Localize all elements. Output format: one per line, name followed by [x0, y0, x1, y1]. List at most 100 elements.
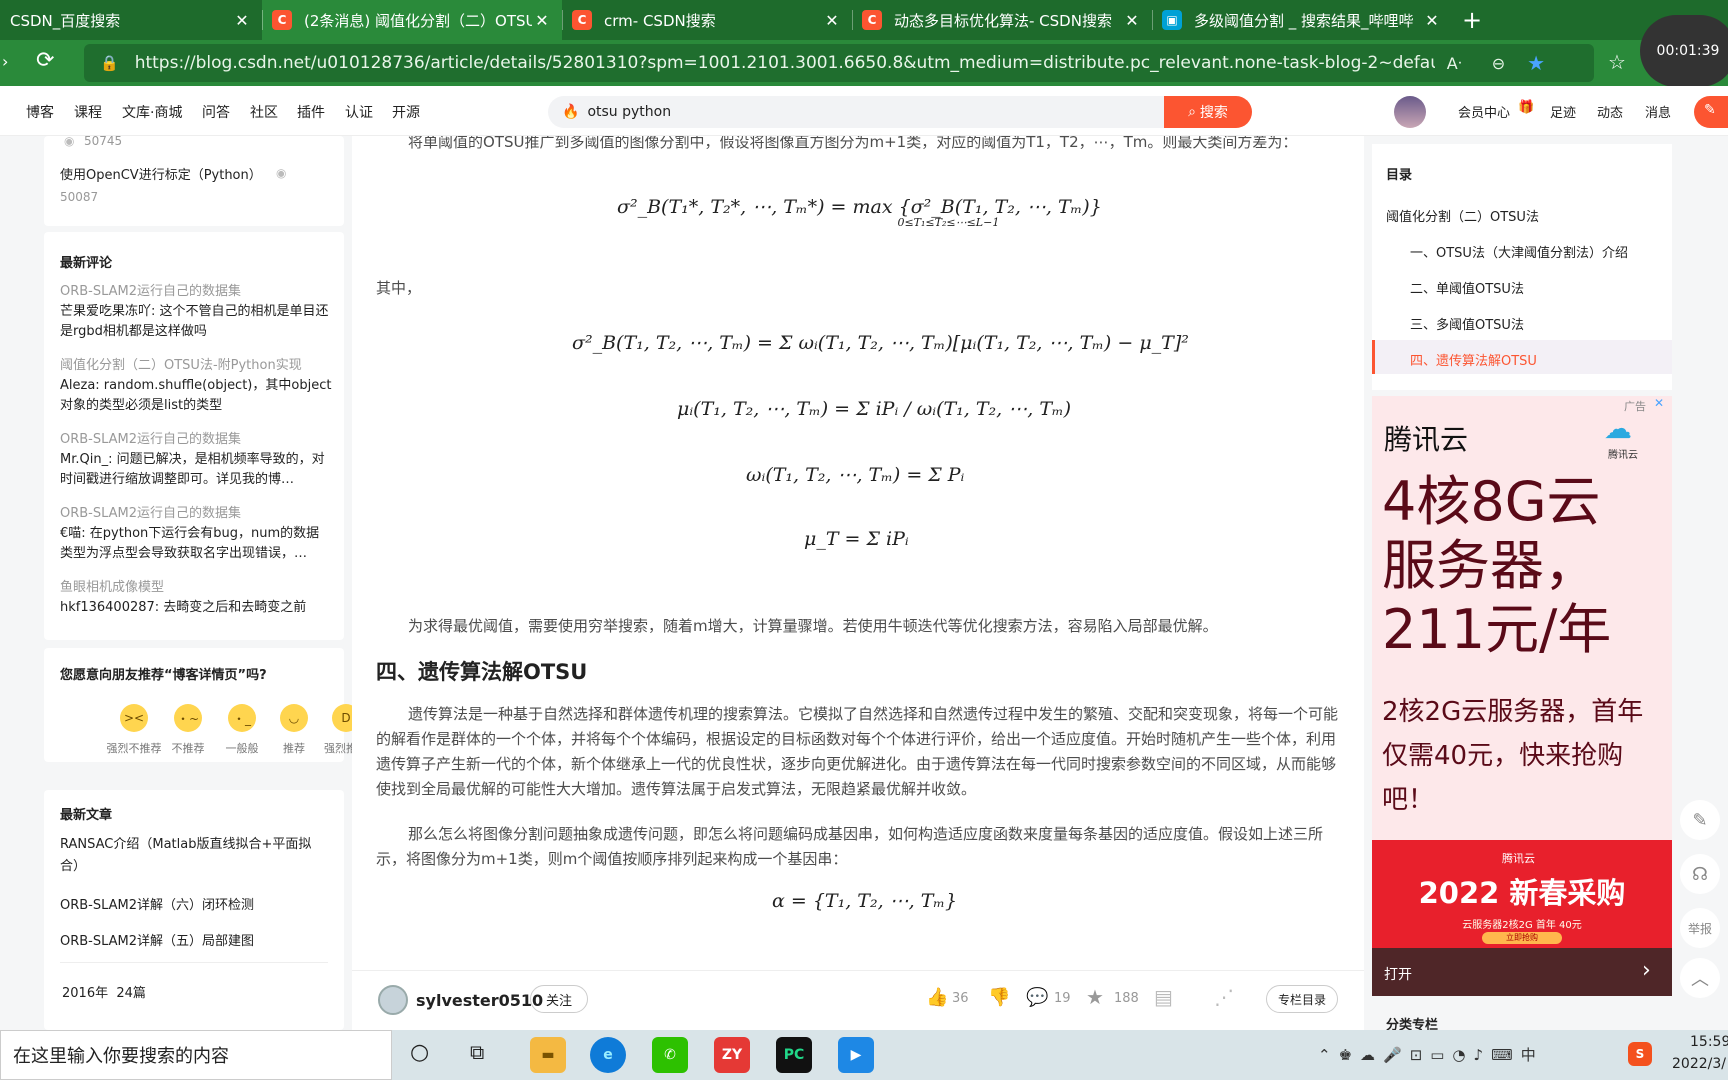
close-ad-icon[interactable]: ✕ — [1654, 396, 1664, 410]
support-float-button[interactable]: ☊ — [1680, 854, 1720, 894]
tab-title: CSDN_百度搜索 — [10, 11, 121, 30]
system-tray-icons[interactable]: ⌃♚☁🎤⊡▭◔♪⌨中 — [1318, 1044, 1544, 1065]
close-tab-icon[interactable]: ✕ — [1422, 11, 1442, 30]
nav-cert[interactable]: 认证 — [345, 102, 373, 122]
comment-item[interactable]: ORB-SLAM2运行自己的数据集 Mr.Qin_: 问题已解决，是相机频率导致… — [60, 430, 332, 490]
comment-item[interactable]: ORB-SLAM2运行自己的数据集 芒果爱吃果冻吖: 这个不管自己的相机是单目还… — [60, 282, 332, 342]
tencent-cloud-ad[interactable]: 广告 ✕ 腾讯云 ☁ 腾讯云 4核8G云服务器，211元/年 2核2G云服务器，… — [1372, 396, 1672, 996]
edge-icon[interactable]: e — [590, 1037, 626, 1073]
comment-item[interactable]: 鱼眼相机成像模型 hkf136400287: 去畸变之后和去畸变之前 — [60, 578, 332, 618]
equation-max-body: σ²_B(T₁*, T₂*, ⋯, Tₘ*) = max {σ²_B(T₁, T… — [617, 196, 1102, 218]
url-field[interactable]: 🔒 https://blog.csdn.net/u010128736/artic… — [84, 44, 1594, 82]
report-float-button[interactable]: 举报 — [1680, 908, 1720, 948]
follow-button[interactable]: 关注 — [530, 985, 588, 1013]
comment-icon[interactable]: 💬 — [1026, 987, 1048, 1008]
task-view-icon[interactable]: ⧉ — [470, 1040, 484, 1064]
rating-not[interactable]: ・~ 不推荐 — [160, 704, 216, 756]
back-to-top-button[interactable]: ︿ — [1680, 958, 1720, 998]
survey-question: 您愿意向朋友推荐“博客详情页”吗? — [60, 668, 267, 683]
pen-icon: ✎ — [1704, 102, 1716, 118]
nav-opensource[interactable]: 开源 — [392, 102, 420, 122]
author-avatar[interactable] — [378, 985, 408, 1015]
read-aloud-icon[interactable]: Aᐧ — [1447, 54, 1462, 73]
star-count: 188 — [1114, 991, 1139, 1006]
banner-buy-button[interactable]: 立即抢购 — [1482, 932, 1562, 944]
pycharm-icon[interactable]: PC — [776, 1037, 812, 1073]
rating-strongly-not[interactable]: >< 强烈不推荐 — [106, 704, 162, 756]
dislike-icon[interactable]: 👎 — [988, 987, 1010, 1008]
toc-item[interactable]: 二、单阈值OTSU法 — [1410, 278, 1524, 297]
edit-float-button[interactable]: ✎ — [1680, 800, 1720, 840]
zoom-icon[interactable]: ⊖ — [1492, 54, 1505, 73]
ad-open-bar[interactable]: 打开 › — [1372, 948, 1672, 996]
nav-community[interactable]: 社区 — [250, 102, 278, 122]
file-explorer-icon[interactable]: ▬ — [530, 1037, 566, 1073]
close-tab-icon[interactable]: ✕ — [532, 11, 552, 30]
rating-label: 强烈不推荐 — [106, 742, 162, 755]
rating-yes[interactable]: ◡ 推荐 — [266, 704, 322, 756]
where-label: 其中， — [376, 279, 422, 297]
archive-link[interactable]: 2016年 24篇 — [62, 982, 146, 1001]
comment-article[interactable]: 阈值化分割（二）OTSU法-附Python实现 — [60, 356, 332, 376]
ad-subtext: 2核2G云服务器，首年仅需40元，快来抢购吧！ — [1382, 697, 1644, 815]
tab-otsu-article[interactable]: C (2条消息) 阈值化分割（二）OTSU ✕ — [262, 0, 562, 40]
tab-dmo-search[interactable]: C 动态多目标优化算法- CSDN搜索 ✕ — [852, 0, 1152, 40]
close-tab-icon[interactable]: ✕ — [822, 11, 842, 30]
new-tab-button[interactable]: + — [1452, 0, 1492, 40]
recent-article-link[interactable]: ORB-SLAM2详解（六）闭环检测 — [60, 894, 254, 913]
nav-plugin[interactable]: 插件 — [297, 102, 325, 122]
refresh-icon[interactable]: ⟳ — [36, 48, 54, 73]
comment-article[interactable]: 鱼眼相机成像模型 — [60, 578, 332, 598]
favorite-star-icon[interactable]: ★ — [1527, 51, 1545, 75]
write-button[interactable]: ✎ — [1694, 96, 1728, 128]
nav-course[interactable]: 课程 — [74, 102, 102, 122]
column-toc-button[interactable]: 专栏目录 — [1266, 985, 1338, 1013]
nav-message[interactable]: 消息 — [1645, 102, 1671, 121]
article-paragraph: 那么怎么将图像分割问题抽象成遗传问题，即怎么将问题编码成基因串，如何构造适应度函… — [376, 825, 1324, 868]
tab-baidu[interactable]: CSDN_百度搜索 ✕ — [0, 0, 262, 40]
wps-tray-icon[interactable]: S — [1628, 1042, 1652, 1066]
like-icon[interactable]: 👍 — [926, 987, 948, 1008]
recent-article-link[interactable]: RANSAC介绍（Matlab版直线拟合+平面拟合） — [60, 834, 320, 878]
taskbar-search-input[interactable]: 在这里输入你要搜索的内容 — [0, 1030, 392, 1080]
favorites-icon[interactable]: ☆ — [1608, 50, 1626, 74]
tab-crm-search[interactable]: C crm- CSDN搜索 ✕ — [562, 0, 852, 40]
comment-article[interactable]: ORB-SLAM2运行自己的数据集 — [60, 430, 332, 450]
spring-sale-banner[interactable]: 腾讯云 2022 新春采购 云服务器2核2G 首年 40元 立即抢购 打开 › — [1372, 840, 1672, 996]
back-icon[interactable]: › — [2, 52, 8, 71]
nav-blog[interactable]: 博客 — [26, 102, 54, 122]
popular-article-link[interactable]: 使用OpenCV进行标定（Python） — [60, 164, 262, 183]
nav-dynamic[interactable]: 动态 — [1597, 102, 1623, 121]
nav-library[interactable]: 文库·商城 — [122, 102, 182, 122]
banner-subtitle: 云服务器2核2G 首年 40元 — [1462, 920, 1582, 931]
nav-vip[interactable]: 会员中心 — [1458, 102, 1510, 121]
csdn-icon: C — [572, 10, 592, 30]
close-tab-icon[interactable]: ✕ — [1122, 11, 1142, 30]
avatar[interactable] — [1394, 96, 1426, 128]
nav-footprint[interactable]: 足迹 — [1550, 102, 1576, 121]
star-icon[interactable]: ★ — [1086, 985, 1104, 1009]
toc-item-active[interactable]: 四、遗传算法解OTSU — [1372, 340, 1672, 374]
toc-item-label: 四、遗传算法解OTSU — [1410, 354, 1537, 369]
toc-item[interactable]: 阈值化分割（二）OTSU法 — [1386, 206, 1539, 225]
close-tab-icon[interactable]: ✕ — [232, 11, 252, 30]
search-input[interactable]: 🔥 otsu python — [548, 96, 1166, 128]
rating-neutral[interactable]: ・_ 一般般 — [214, 704, 270, 756]
recent-article-link[interactable]: ORB-SLAM2详解（五）局部建图 — [60, 930, 254, 949]
toc-item[interactable]: 三、多阈值OTSU法 — [1410, 314, 1524, 333]
wechat-icon[interactable]: ✆ — [652, 1037, 688, 1073]
zy-app-icon[interactable]: ZY — [714, 1037, 750, 1073]
share-icon[interactable]: ⋰ — [1214, 985, 1234, 1009]
comment-item[interactable]: ORB-SLAM2运行自己的数据集 €喵: 在python下运行会有bug，nu… — [60, 504, 332, 564]
tab-bilibili[interactable]: ▣ 多级阈值分割 _ 搜索结果_哔哩哔 ✕ — [1152, 0, 1452, 40]
comment-article[interactable]: ORB-SLAM2运行自己的数据集 — [60, 504, 332, 524]
recorder-icon[interactable]: ▶ — [838, 1037, 874, 1073]
author-name[interactable]: sylvester0510 — [416, 991, 543, 1010]
comment-article[interactable]: ORB-SLAM2运行自己的数据集 — [60, 282, 332, 302]
reward-icon[interactable]: ▤ — [1154, 985, 1173, 1009]
cortana-icon[interactable]: ○ — [410, 1040, 429, 1065]
nav-qa[interactable]: 问答 — [202, 102, 230, 122]
toc-item[interactable]: 一、OTSU法（大津阈值分割法）介绍 — [1410, 242, 1628, 261]
comment-item[interactable]: 阈值化分割（二）OTSU法-附Python实现 Aleza: random.sh… — [60, 356, 332, 416]
search-button[interactable]: ⌕ 搜索 — [1164, 96, 1252, 128]
